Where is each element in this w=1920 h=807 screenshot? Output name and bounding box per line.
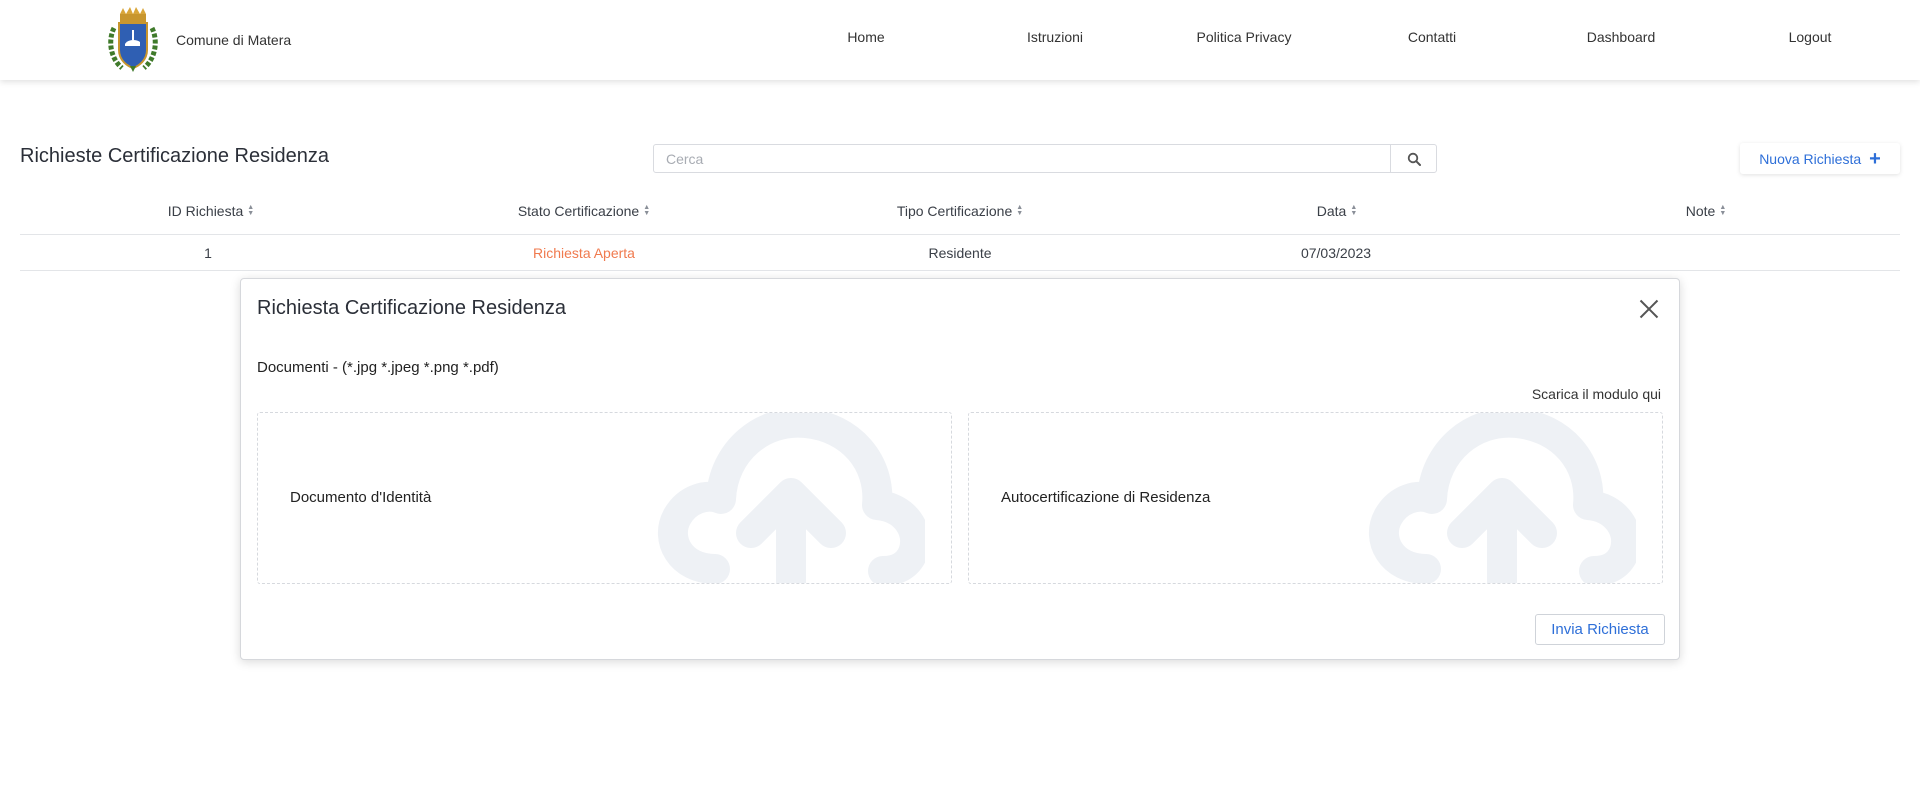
sort-icon: ▲ ▼ [247,204,255,217]
column-header-date[interactable]: Data ▲ ▼ [1317,203,1358,219]
search-bar [653,144,1437,173]
page-title: Richieste Certificazione Residenza [20,145,330,167]
column-header-id[interactable]: ID Richiesta ▲ ▼ [168,203,254,219]
cloud-upload-icon [657,413,925,583]
nav-home[interactable]: Home [847,29,884,45]
column-header-label: Note [1685,203,1716,219]
dropzone-label: Autocertificazione di Residenza [1001,489,1211,506]
cell-status: Richiesta Aperta [533,245,635,261]
brand-name: Comune di Matera [176,32,292,48]
column-header-label: Data [1316,203,1347,219]
nav-dashboard[interactable]: Dashboard [1587,29,1656,45]
nav-contatti[interactable]: Contatti [1408,29,1456,45]
table-header: ID Richiesta ▲ ▼ Stato Certificazione ▲ ▼ … [20,199,1900,235]
new-request-button[interactable]: Nuova Richiesta + [1740,143,1900,174]
cell-type: Residente [928,245,992,261]
brand[interactable]: Comune di Matera [106,6,291,74]
column-header-type[interactable]: Tipo Certificazione ▲ ▼ [897,203,1023,219]
dropzone-identity-document[interactable]: Documento d'Identità [257,412,952,584]
close-icon[interactable] [1637,297,1661,321]
nav-logout[interactable]: Logout [1789,29,1832,45]
cell-date: 07/03/2023 [1300,245,1372,261]
dropzone-label: Documento d'Identità [290,489,432,506]
search-button[interactable] [1390,145,1436,172]
sort-icon: ▲ ▼ [1016,204,1024,217]
cell-id: 1 [204,245,212,261]
top-navbar: Comune di Matera Home Istruzioni Politic… [0,0,1920,80]
new-request-label: Nuova Richiesta [1759,150,1862,167]
column-header-note[interactable]: Note ▲ ▼ [1686,203,1727,219]
search-icon [1407,152,1421,166]
request-modal: Richiesta Certificazione Residenza Docum… [240,278,1680,660]
sort-icon: ▲ ▼ [643,204,651,217]
sort-icon: ▲ ▼ [1350,204,1358,217]
column-header-label: Tipo Certificazione [896,203,1013,219]
column-header-label: ID Richiesta [167,203,244,219]
column-header-status[interactable]: Stato Certificazione ▲ ▼ [518,203,650,219]
submit-request-button[interactable]: Invia Richiesta [1535,614,1665,645]
plus-icon: + [1869,147,1881,170]
nav-istruzioni[interactable]: Istruzioni [1027,29,1083,45]
documents-label: Documenti - (*.jpg *.jpeg *.png *.pdf) [257,359,499,376]
column-header-label: Stato Certificazione [517,203,640,219]
table-row[interactable]: 1 Richiesta Aperta Residente 07/03/2023 [20,235,1900,271]
nav-privacy-policy[interactable]: Politica Privacy [1197,29,1292,45]
search-input[interactable] [654,145,1390,172]
sort-icon: ▲ ▼ [1719,204,1727,217]
coat-of-arms-icon [108,7,158,72]
dropzone-residence-self-certification[interactable]: Autocertificazione di Residenza [968,412,1663,584]
download-form-link[interactable]: Scarica il modulo qui [1532,386,1661,402]
modal-title: Richiesta Certificazione Residenza [257,297,567,319]
cloud-upload-icon [1368,413,1636,583]
